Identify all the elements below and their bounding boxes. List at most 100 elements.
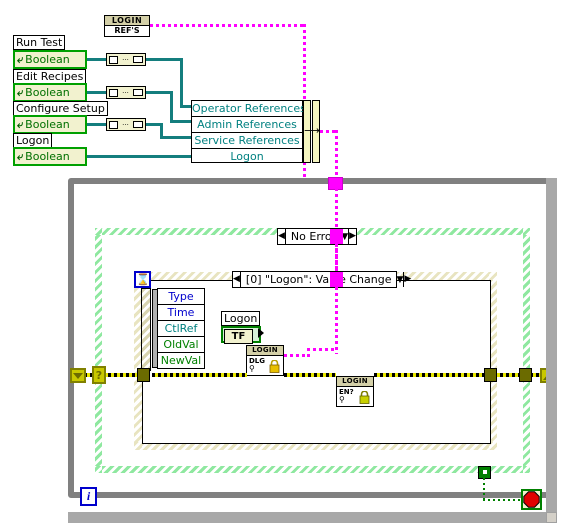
wire-error-right-segment [374, 373, 520, 377]
bundle-row-admin-references[interactable]: Admin References [192, 117, 302, 133]
local-variable-out-arrow-icon [258, 328, 264, 338]
wire-error-mid-segment [152, 373, 247, 377]
local-variable-value: TF [224, 329, 253, 344]
wire-dlg-to-en-c [307, 348, 336, 351]
class-out-icon [133, 121, 143, 128]
event-data-ctlref: CtlRef [158, 321, 204, 337]
control-label-run-test: Run Test [13, 35, 66, 50]
event-selector-label: [0] "Logon": Value Change [245, 273, 392, 286]
case-next-arrow-icon[interactable]: ▶ [348, 229, 356, 244]
class-in-icon [109, 55, 118, 64]
wire-run-test-c [180, 58, 183, 107]
reference-arrow-icon: ⤷ [17, 149, 24, 163]
reference-arrow-icon: ⤷ [17, 52, 24, 66]
key-icon: ⚲ [339, 395, 345, 404]
event-prev-arrow-icon[interactable]: ◀ [233, 272, 241, 287]
conversion-node-1[interactable]: ··· [106, 86, 146, 99]
case-selector-bar[interactable]: ◀ No Error ▼ ▶ [277, 228, 357, 245]
subvi-login-dlg-header: LOGIN [247, 346, 283, 356]
class-out-icon [133, 56, 143, 63]
reference-arrow-icon: ⤷ [17, 117, 24, 131]
login-refs-icon[interactable]: LOGIN REF'S [104, 15, 150, 37]
class-in-icon [109, 120, 118, 129]
wire-run-test-b [146, 58, 183, 61]
control-terminal-type-2: Boolean [25, 117, 70, 131]
event-dropdown-icon[interactable]: ▼ [397, 275, 404, 285]
horizontal-scrollbar[interactable] [68, 512, 557, 523]
control-terminal-run-test[interactable]: ⤷ Boolean [13, 50, 87, 69]
event-selector-bar[interactable]: ◀ [0] "Logon": Value Change ▼ ▶ [232, 271, 411, 288]
local-variable-logon[interactable]: TF [221, 326, 261, 344]
control-terminal-type-1: Boolean [25, 85, 70, 99]
event-structure-tunnel-left[interactable] [137, 368, 150, 382]
control-label-edit-recipes: Edit Recipes [13, 69, 87, 84]
wire-configure-setup-d [160, 136, 192, 139]
case-structure-tunnel-right[interactable] [519, 368, 532, 382]
login-refs-bottom-label: REF'S [105, 26, 149, 36]
event-data-oldval: OldVal [158, 337, 204, 353]
conversion-dots-icon: ··· [122, 120, 129, 129]
conversion-node-2[interactable]: ··· [106, 118, 146, 131]
wire-stop-vertical [483, 478, 485, 501]
bundle-row-operator-references[interactable]: Operator References [192, 101, 306, 117]
control-terminal-edit-recipes[interactable]: ⤷ Boolean [13, 83, 87, 102]
conversion-node-0[interactable]: ··· [106, 53, 146, 66]
conversion-dots-icon: ··· [122, 55, 129, 64]
case-selector-magenta-tunnel [330, 229, 343, 244]
wire-refs-horizontal [150, 24, 305, 27]
conversion-dots-icon: ··· [122, 88, 129, 97]
iteration-terminal-label: i [86, 489, 91, 503]
class-out-icon [133, 89, 143, 96]
wire-edit-recipes-a [87, 91, 106, 94]
bundle-row-logon[interactable]: Logon [192, 149, 302, 164]
control-label-logon: Logon [13, 133, 53, 148]
shift-register-left[interactable] [70, 368, 86, 383]
subvi-login-en[interactable]: LOGIN EN? ⚲ [336, 376, 374, 407]
case-prev-arrow-icon[interactable]: ◀ [278, 229, 286, 244]
control-terminal-logon[interactable]: ⤷ Boolean [13, 147, 87, 166]
iteration-terminal[interactable]: i [80, 487, 97, 506]
scrollbar-corner [546, 512, 557, 523]
boolean-tunnel-dot-icon [482, 470, 487, 474]
wire-stop-horizontal [483, 499, 523, 501]
bundle-output-arrow-icon: ⟶ [304, 124, 320, 137]
class-in-icon [109, 88, 118, 97]
wire-magenta-to-event [335, 244, 338, 274]
event-structure-tunnel-right[interactable] [484, 368, 497, 382]
login-refs-top-label: LOGIN [105, 16, 149, 26]
wire-logon [87, 155, 192, 158]
bundle-by-name-node[interactable]: Operator References Admin References Ser… [191, 100, 306, 164]
shift-register-down-icon [73, 373, 83, 379]
case-structure-error-tunnel[interactable]: ? [92, 366, 106, 384]
wire-edit-recipes-b [146, 91, 173, 94]
wire-edit-recipes-c [170, 91, 173, 122]
stop-sign-icon [523, 491, 540, 508]
local-variable-label: Logon [221, 311, 261, 326]
event-timeout-terminal[interactable]: ⌛ [134, 271, 151, 288]
vertical-scrollbar[interactable] [546, 178, 557, 512]
bundle-row-service-references[interactable]: Service References [192, 133, 302, 149]
event-data-node-bar [141, 288, 151, 371]
subvi-login-dlg[interactable]: LOGIN DLG ⚲ [246, 345, 284, 376]
wire-magenta-below-event-sel [335, 287, 338, 354]
event-selector-magenta-overlap [330, 272, 343, 287]
control-terminal-configure-setup[interactable]: ⤷ Boolean [13, 115, 87, 134]
reference-arrow-icon: ⤷ [17, 85, 24, 99]
control-terminal-type-0: Boolean [25, 52, 70, 66]
stop-condition-terminal[interactable] [521, 489, 542, 510]
block-diagram-canvas: LOGIN REF'S Run Test ⤷ Boolean Edit Reci… [0, 0, 567, 529]
event-next-arrow-icon[interactable]: ▶ [403, 272, 411, 287]
subvi-login-en-header: LOGIN [337, 377, 373, 387]
event-data-node[interactable]: Type Time CtlRef OldVal NewVal [157, 288, 205, 369]
wire-edit-recipes-d [170, 120, 192, 123]
wire-bundle-out-v [335, 130, 338, 182]
wire-run-test-a [87, 58, 106, 61]
wire-configure-setup-a [87, 123, 106, 126]
event-data-type: Type [158, 289, 204, 305]
event-data-newval: NewVal [160, 354, 202, 367]
case-tunnel-question-icon: ? [95, 369, 103, 382]
padlock-icon [269, 360, 280, 373]
control-label-configure-setup: Configure Setup [13, 101, 108, 116]
control-terminal-type-3: Boolean [25, 149, 70, 163]
padlock-icon [359, 391, 370, 404]
